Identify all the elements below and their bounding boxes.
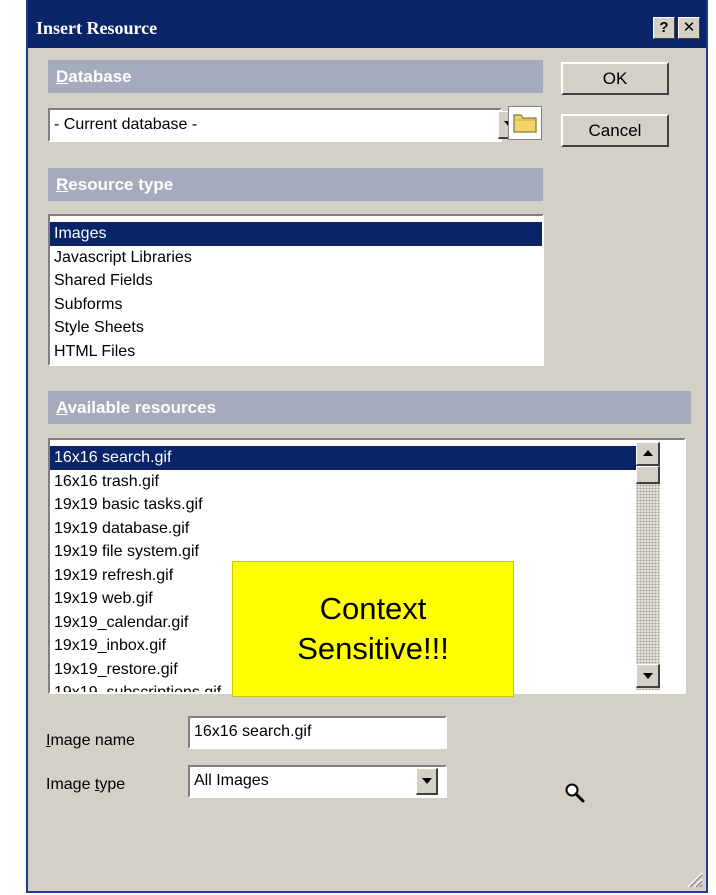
- image-type-label-start: Image: [46, 776, 95, 793]
- browse-folder-button[interactable]: [508, 106, 542, 140]
- list-item[interactable]: 16x16 search.gif: [50, 446, 658, 470]
- list-item[interactable]: Style Sheets: [50, 316, 542, 340]
- list-item[interactable]: 19x19 database.gif: [50, 517, 658, 541]
- image-name-label: Image name: [46, 732, 135, 750]
- close-button[interactable]: ✕: [678, 17, 700, 39]
- image-name-value: 16x16 search.gif: [194, 723, 312, 740]
- list-item[interactable]: HTML Files: [50, 340, 542, 364]
- image-name-input[interactable]: 16x16 search.gif: [188, 716, 447, 749]
- close-icon: ✕: [682, 19, 696, 36]
- image-name-label-rest: mage name: [50, 732, 135, 749]
- folder-icon: [513, 114, 537, 133]
- list-item[interactable]: Images: [50, 222, 542, 246]
- image-type-value: All Images: [194, 772, 269, 789]
- list-item[interactable]: 16x16 trash.gif: [50, 470, 658, 494]
- image-type-label-end: ype: [99, 776, 126, 793]
- callout-line-1: Context: [319, 591, 427, 626]
- available-resources-header-mnemonic: A: [56, 398, 68, 417]
- database-header-mnemonic: D: [56, 67, 69, 86]
- context-sensitive-callout: Context Sensitive!!!: [232, 561, 514, 697]
- image-type-label: Image type: [46, 776, 125, 794]
- resource-type-header-mnemonic: R: [56, 175, 69, 194]
- available-resources-header: Available resources: [48, 391, 691, 424]
- resource-type-header-label: esource type: [68, 175, 174, 194]
- window-title: Insert Resource: [36, 18, 158, 38]
- resize-grip-icon[interactable]: [684, 869, 704, 889]
- available-resources-header-label: vailable resources: [67, 398, 217, 417]
- image-type-dropdown-button[interactable]: [416, 768, 438, 795]
- image-type-select[interactable]: All Images: [188, 765, 447, 798]
- scroll-down-button[interactable]: [636, 664, 660, 688]
- scroll-up-button[interactable]: [636, 442, 660, 466]
- callout-line-2: Sensitive!!!: [297, 631, 449, 666]
- database-select[interactable]: - Current database -: [48, 108, 502, 142]
- database-header-label: atabase: [68, 67, 132, 86]
- magnifier-icon[interactable]: [563, 781, 587, 805]
- ok-button[interactable]: OK: [561, 62, 669, 95]
- list-item[interactable]: 19x19 basic tasks.gif: [50, 493, 658, 517]
- title-bar[interactable]: Insert Resource ? ✕: [28, 0, 706, 48]
- cancel-button[interactable]: Cancel: [561, 114, 669, 147]
- scroll-thumb[interactable]: [636, 466, 660, 484]
- database-header: Database: [48, 60, 543, 93]
- resource-type-list[interactable]: Images Javascript Libraries Shared Field…: [48, 214, 544, 366]
- insert-resource-dialog: Insert Resource ? ✕ Database - Current d…: [26, 0, 708, 893]
- list-item[interactable]: Subforms: [50, 293, 542, 317]
- list-item[interactable]: 19x19 file system.gif: [50, 540, 658, 564]
- help-button[interactable]: ?: [653, 17, 675, 39]
- list-item[interactable]: Javascript Libraries: [50, 246, 542, 270]
- resource-type-header: Resource type: [48, 168, 543, 201]
- database-select-value: - Current database -: [54, 116, 198, 133]
- list-item[interactable]: Shared Fields: [50, 269, 542, 293]
